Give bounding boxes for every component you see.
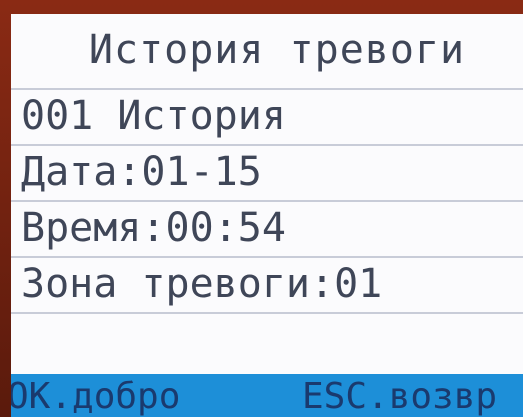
alarm-zone: Зона тревоги:01: [11, 256, 523, 312]
empty-row: [11, 312, 523, 368]
screen-title: История тревоги: [88, 27, 466, 73]
ok-softkey[interactable]: OK.добро: [11, 374, 180, 417]
history-record-number: 001 История: [11, 88, 523, 144]
lcd-screen: История тревоги 001 История Дата:01-15 В…: [11, 14, 523, 417]
alarm-time: Время:00:54: [11, 200, 523, 256]
esc-softkey[interactable]: ESC.возвр: [302, 374, 497, 417]
alarm-date: Дата:01-15: [11, 144, 523, 200]
softkey-bar: OK.добро ESC.возвр: [11, 374, 523, 417]
